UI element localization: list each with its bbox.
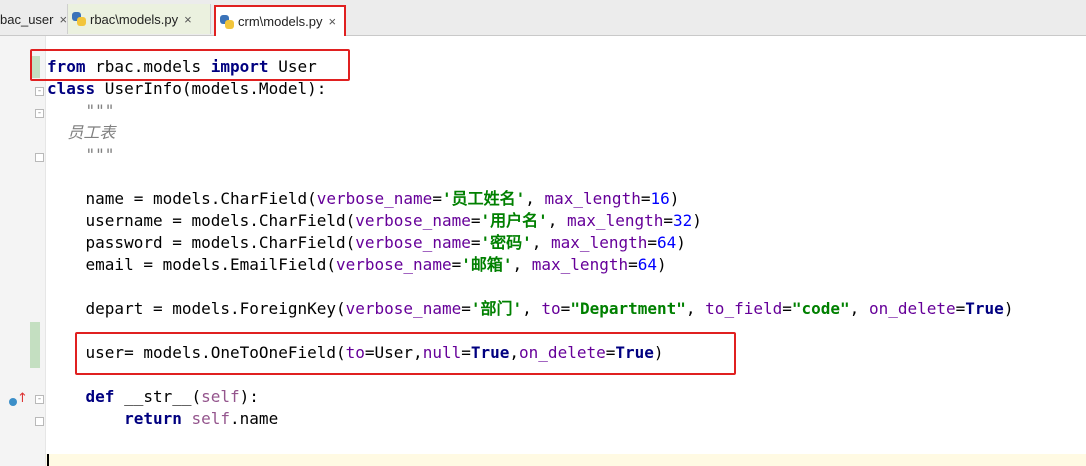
annotation-box-onetoone bbox=[75, 332, 736, 375]
python-file-icon bbox=[72, 12, 86, 26]
editor-tab-bar: bac_user × rbac\models.py × crm\models.p… bbox=[0, 0, 1086, 36]
line-gutter: - - - ↑ bbox=[0, 36, 46, 466]
close-icon[interactable]: × bbox=[329, 14, 337, 29]
annotation-box-import bbox=[30, 49, 350, 81]
tab-label: crm\models.py bbox=[238, 14, 323, 29]
code-line-name: name = models.CharField(verbose_name='员工… bbox=[47, 189, 680, 208]
close-icon[interactable]: × bbox=[59, 12, 67, 27]
close-icon[interactable]: × bbox=[184, 12, 192, 27]
code-line-depart: depart = models.ForeignKey(verbose_name=… bbox=[47, 299, 1014, 318]
tab-label: bac_user bbox=[0, 11, 54, 27]
code-editor[interactable]: from rbac.models import User class UserI… bbox=[30, 36, 1086, 466]
fold-end-icon[interactable] bbox=[35, 417, 44, 426]
code-line-return: return self.name bbox=[124, 409, 279, 428]
code-line-5: """ bbox=[47, 145, 115, 164]
tab-rbac-models[interactable]: rbac\models.py × bbox=[68, 4, 211, 34]
code-line-email: email = models.EmailField(verbose_name='… bbox=[47, 255, 667, 274]
code-line-2: class UserInfo(models.Model): bbox=[47, 79, 327, 98]
override-method-icon[interactable]: ↑ bbox=[9, 391, 28, 409]
fold-toggle-icon[interactable]: - bbox=[35, 87, 44, 96]
tab-crm-models[interactable]: crm\models.py × bbox=[214, 5, 346, 36]
code-line-def-str: def __str__(self): bbox=[85, 387, 259, 406]
vcs-change-marker bbox=[30, 322, 40, 368]
code-line-password: password = models.CharField(verbose_name… bbox=[47, 233, 686, 252]
code-line-username: username = models.CharField(verbose_name… bbox=[47, 211, 702, 230]
code-line-4: 员工表 bbox=[47, 123, 116, 142]
python-file-icon bbox=[220, 14, 234, 29]
tab-label: rbac\models.py bbox=[90, 11, 179, 27]
tab-rbac-user[interactable]: bac_user × bbox=[0, 4, 68, 34]
text-caret bbox=[47, 454, 49, 466]
fold-end-icon[interactable] bbox=[35, 153, 44, 162]
fold-toggle-icon[interactable]: - bbox=[35, 109, 44, 118]
code-line-3: """ bbox=[47, 101, 115, 120]
current-line-highlight bbox=[46, 454, 1086, 466]
fold-toggle-icon[interactable]: - bbox=[35, 395, 44, 404]
